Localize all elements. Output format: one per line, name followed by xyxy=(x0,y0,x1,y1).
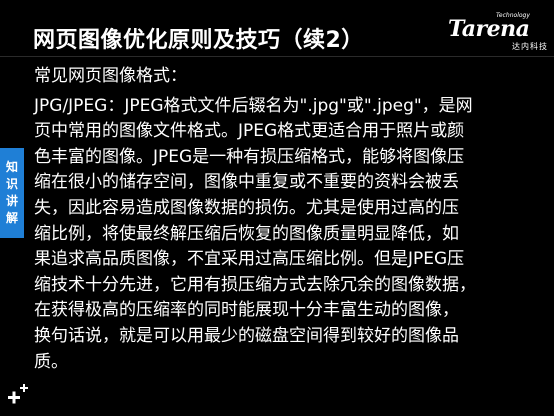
slide: 网页图像优化原则及技巧（续2） Technology Tarena 达内科技 知… xyxy=(0,0,554,416)
paragraph-line: 质。 xyxy=(34,351,68,372)
side-tab-char: 知 xyxy=(5,160,18,174)
content-paragraph: JPG/JPEG：JPEG格式文件后辍名为".jpg"或".jpeg"，是网 页… xyxy=(34,94,534,376)
paragraph-line: 缩技术十分先进，它用有损压缩方式去除冗余的图像数据， xyxy=(34,274,476,295)
paragraph-line: 果追求高品质图像，不宜采用过高压缩比例。但是JPEG压 xyxy=(34,249,465,270)
plus-decoration-icon xyxy=(8,384,28,404)
paragraph-line: JPG/JPEG：JPEG格式文件后辍名为".jpg"或".jpeg"，是网 xyxy=(34,95,473,116)
paragraph-line: 缩在很小的储存空间，图像中重复或不重要的资料会被丢 xyxy=(34,172,459,193)
side-tab-char: 解 xyxy=(5,211,18,225)
tarena-logo: Technology Tarena 达内科技 xyxy=(446,12,548,52)
knowledge-tab: 知 识 讲 解 xyxy=(0,148,24,238)
paragraph-line: 页中常用的图像文件格式。JPEG格式更适合用于照片或颜 xyxy=(34,121,465,142)
content-subheading: 常见网页图像格式： xyxy=(34,66,187,86)
paragraph-line: 缩比例，将使最终解压缩后恢复的图像质量明显降低，如 xyxy=(34,223,459,244)
logo-chinese-name: 达内科技 xyxy=(512,42,548,51)
header-divider xyxy=(0,56,554,57)
paragraph-line: 换句话说，就是可以用最少的磁盘空间得到较好的图像品 xyxy=(34,325,459,346)
paragraph-line: 失，因此容易造成图像数据的损伤。尤其是使用过高的压 xyxy=(34,197,459,218)
page-title: 网页图像优化原则及技巧（续2） xyxy=(33,28,364,53)
paragraph-line: 色丰富的图像。JPEG是一种有损压缩格式，能够将图像压 xyxy=(34,146,465,167)
paragraph-line: 在获得极高的压缩率的同时能展现十分丰富生动的图像， xyxy=(34,300,459,321)
side-tab-char: 识 xyxy=(5,177,18,191)
content-body: 常见网页图像格式： JPG/JPEG：JPEG格式文件后辍名为".jpg"或".… xyxy=(34,64,534,375)
side-tab-char: 讲 xyxy=(5,194,18,208)
logo-wordmark: Tarena xyxy=(448,16,530,42)
